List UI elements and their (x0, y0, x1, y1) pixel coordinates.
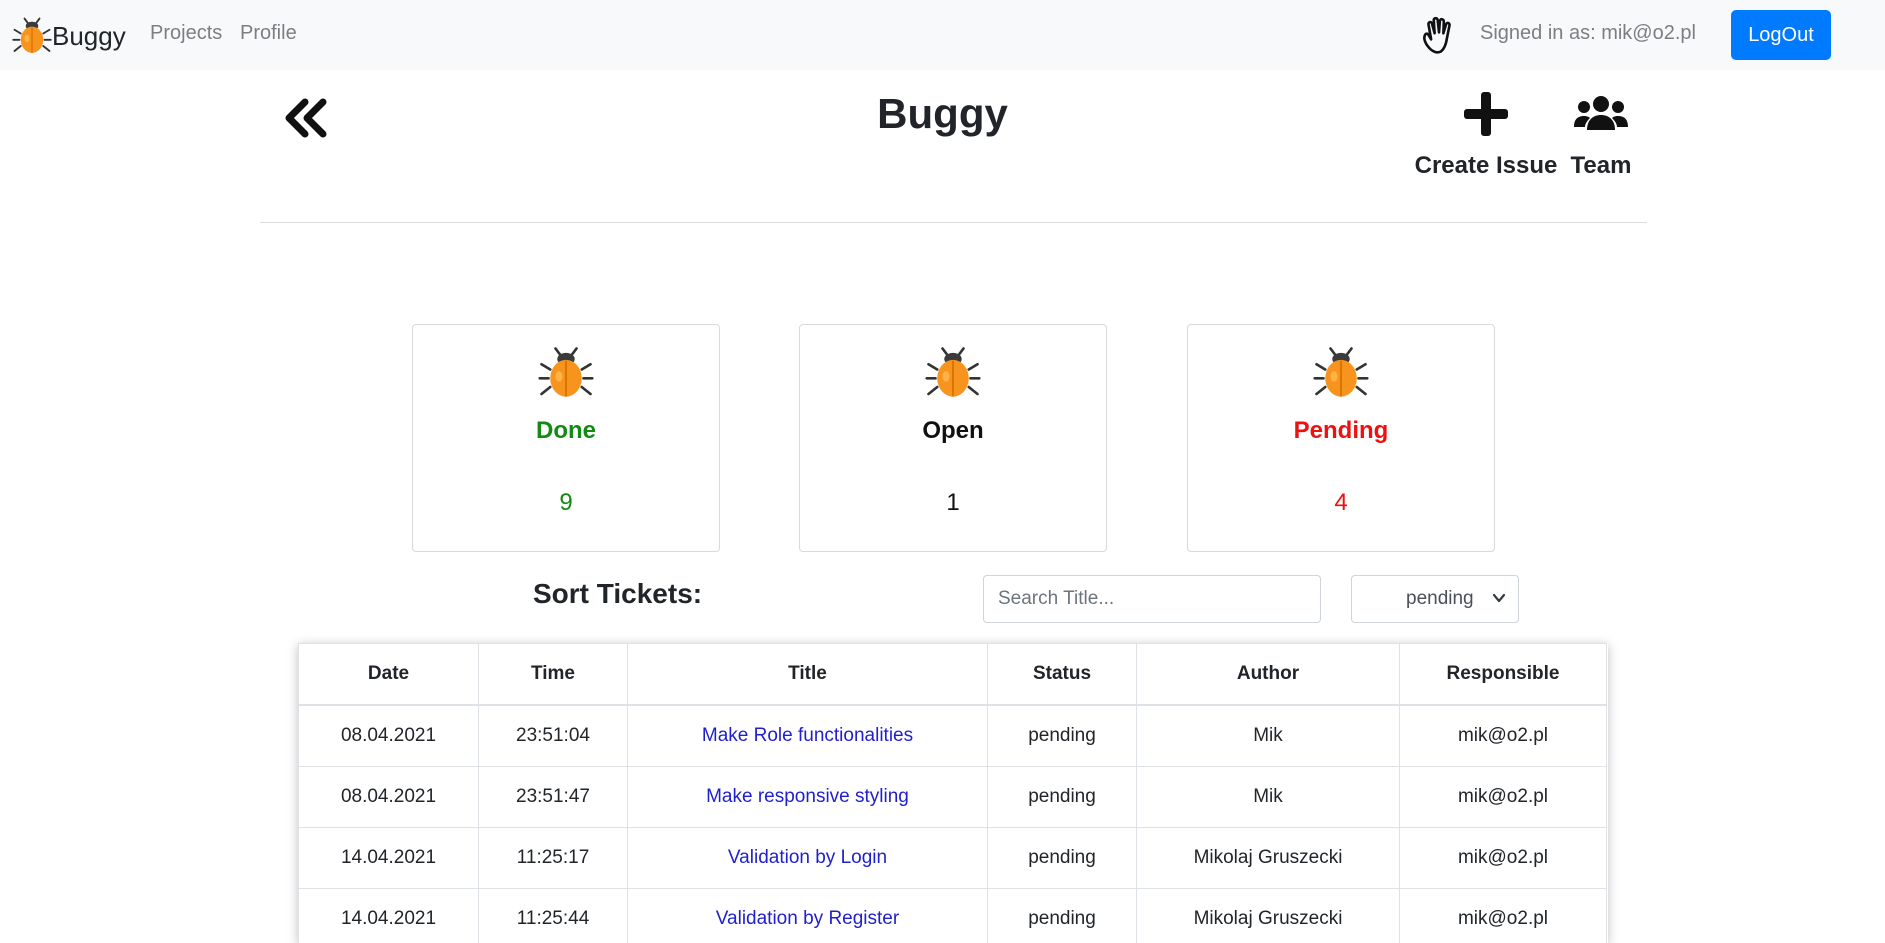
ticket-title-link[interactable]: Make Role functionalities (628, 705, 988, 767)
stat-card-pending: Pending 4 (1187, 324, 1495, 552)
column-header-title[interactable]: Title (628, 644, 988, 706)
tickets-table: Date Time Title Status Author Responsibl… (298, 643, 1607, 943)
table-row[interactable]: 08.04.2021 23:51:47 Make responsive styl… (299, 767, 1607, 828)
stat-card-open: Open 1 (799, 324, 1107, 552)
stat-label-pending: Pending (1188, 417, 1494, 445)
cell-date: 14.04.2021 (299, 828, 479, 889)
stat-count-pending: 4 (1188, 489, 1494, 517)
cell-status: pending (988, 767, 1137, 828)
cell-time: 11:25:17 (479, 828, 628, 889)
column-header-status[interactable]: Status (988, 644, 1137, 706)
cell-date: 08.04.2021 (299, 705, 479, 767)
nav-link-profile[interactable]: Profile (240, 22, 297, 45)
ticket-title-link[interactable]: Validation by Login (628, 828, 988, 889)
bug-icon (1313, 345, 1369, 401)
cell-author: Mikolaj Gruszecki (1137, 889, 1400, 943)
cell-responsible: mik@o2.pl (1400, 767, 1607, 828)
signed-in-status: Signed in as: mik@o2.pl (1480, 22, 1696, 45)
stat-card-done: Done 9 (412, 324, 720, 552)
table-header-row: Date Time Title Status Author Responsibl… (299, 644, 1607, 706)
search-title-input[interactable] (983, 575, 1321, 623)
column-header-time[interactable]: Time (479, 644, 628, 706)
cell-author: Mik (1137, 705, 1400, 767)
cell-status: pending (988, 828, 1137, 889)
cell-time: 11:25:44 (479, 889, 628, 943)
team-label: Team (1564, 152, 1638, 180)
column-header-date[interactable]: Date (299, 644, 479, 706)
hand-wave-icon (1418, 14, 1460, 56)
cell-author: Mik (1137, 767, 1400, 828)
cell-author: Mikolaj Gruszecki (1137, 828, 1400, 889)
status-filter-select[interactable]: pending (1351, 575, 1519, 623)
brand-link[interactable]: Buggy (12, 14, 126, 58)
table-row[interactable]: 14.04.2021 11:25:17 Validation by Login … (299, 828, 1607, 889)
cell-time: 23:51:47 (479, 767, 628, 828)
cell-date: 08.04.2021 (299, 767, 479, 828)
tickets-table-container: Date Time Title Status Author Responsibl… (298, 643, 1608, 943)
bug-icon (538, 345, 594, 401)
nav-link-projects[interactable]: Projects (150, 22, 222, 45)
ticket-title-link[interactable]: Validation by Register (628, 889, 988, 943)
logout-button[interactable]: LogOut (1731, 10, 1831, 60)
sort-heading: Sort Tickets: (533, 578, 702, 610)
header-divider (260, 222, 1647, 223)
column-header-author[interactable]: Author (1137, 644, 1400, 706)
cell-responsible: mik@o2.pl (1400, 889, 1607, 943)
status-filter-value: pending (1406, 588, 1474, 610)
bug-icon (925, 345, 981, 401)
chevron-down-icon (1492, 591, 1506, 605)
bug-icon (12, 16, 52, 56)
cell-date: 14.04.2021 (299, 889, 479, 943)
brand-name: Buggy (52, 21, 126, 52)
create-issue-label: Create Issue (1413, 152, 1559, 180)
users-icon (1573, 90, 1629, 138)
cell-responsible: mik@o2.pl (1400, 828, 1607, 889)
stat-count-done: 9 (413, 489, 719, 517)
stat-label-done: Done (413, 417, 719, 445)
cell-status: pending (988, 705, 1137, 767)
stat-label-open: Open (800, 417, 1106, 445)
ticket-title-link[interactable]: Make responsive styling (628, 767, 988, 828)
column-header-responsible[interactable]: Responsible (1400, 644, 1607, 706)
plus-icon (1462, 90, 1510, 138)
table-row[interactable]: 08.04.2021 23:51:04 Make Role functional… (299, 705, 1607, 767)
team-button[interactable]: Team (1564, 90, 1638, 200)
cell-time: 23:51:04 (479, 705, 628, 767)
cell-responsible: mik@o2.pl (1400, 705, 1607, 767)
cell-status: pending (988, 889, 1137, 943)
table-row[interactable]: 14.04.2021 11:25:44 Validation by Regist… (299, 889, 1607, 943)
navbar: Buggy Projects Profile Signed in as: mik… (0, 0, 1885, 70)
stat-count-open: 1 (800, 489, 1106, 517)
create-issue-button[interactable]: Create Issue (1413, 90, 1559, 200)
